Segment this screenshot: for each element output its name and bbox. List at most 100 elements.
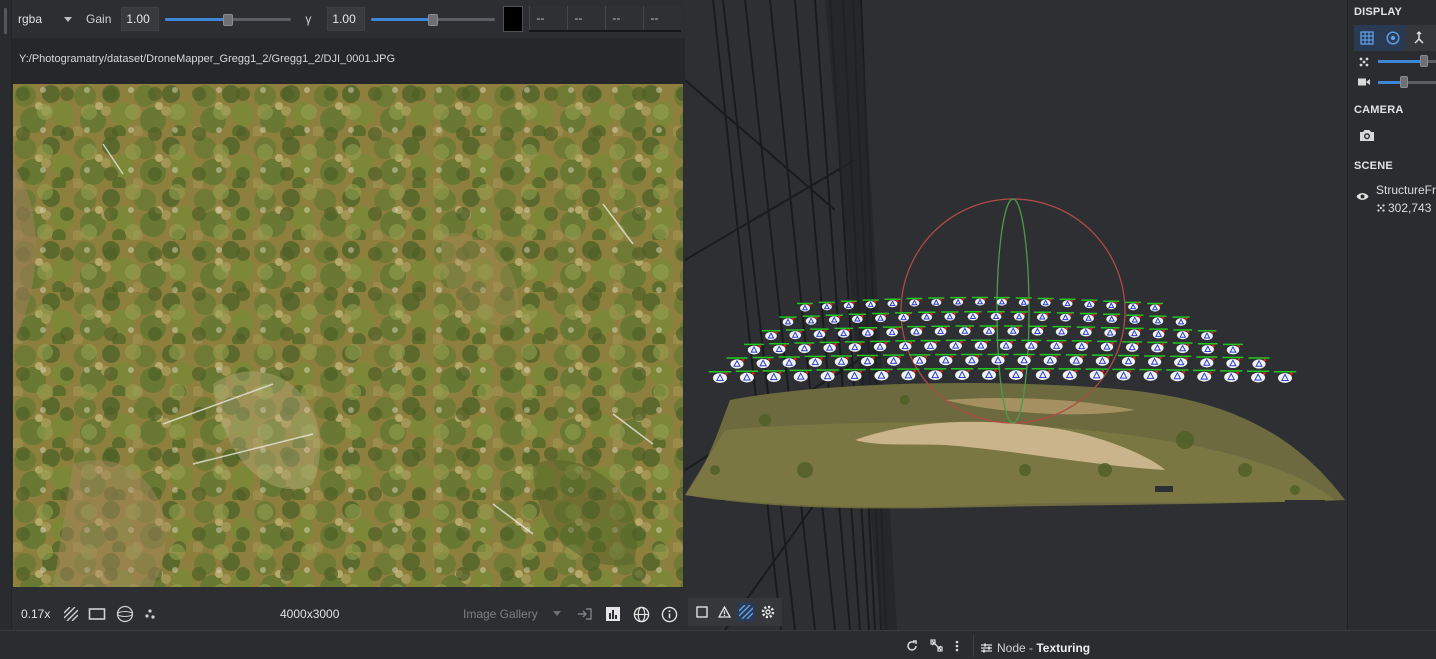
camera-marker[interactable] (1103, 300, 1120, 310)
camera-marker[interactable] (1248, 357, 1270, 369)
warning-icon[interactable] (715, 602, 733, 622)
camera-marker[interactable] (794, 342, 815, 353)
camera-marker[interactable] (1103, 313, 1121, 323)
camera-marker[interactable] (1197, 330, 1217, 341)
camera-marker[interactable] (1222, 356, 1244, 369)
import-icon[interactable] (575, 604, 595, 624)
camera-marker[interactable] (752, 356, 774, 369)
splitter-handle[interactable] (0, 0, 12, 630)
camera-marker[interactable] (1112, 368, 1135, 381)
camera-marker[interactable] (1003, 325, 1023, 336)
camera-marker[interactable] (1149, 328, 1168, 339)
camera-marker[interactable] (979, 325, 999, 336)
camera-marker[interactable] (1065, 354, 1087, 366)
camera-marker[interactable] (1010, 311, 1028, 321)
camera-marker[interactable] (1028, 325, 1047, 336)
camera-marker[interactable] (895, 340, 916, 351)
camera-marker[interactable] (1076, 326, 1096, 337)
camera-marker[interactable] (987, 311, 1005, 321)
camera-marker[interactable] (778, 356, 800, 368)
gamma-slider[interactable] (371, 7, 496, 31)
gamma-input[interactable]: 1.00 (327, 7, 366, 31)
camera-marker[interactable] (1039, 353, 1061, 366)
camera-marker[interactable] (931, 325, 950, 336)
camera-marker[interactable] (819, 341, 840, 353)
camera-marker[interactable] (1021, 339, 1042, 351)
gain-input[interactable]: 1.00 (121, 7, 160, 31)
info-icon[interactable] (659, 604, 679, 624)
camera-marker[interactable] (744, 343, 764, 355)
camera-marker[interactable] (1196, 356, 1218, 368)
camera-marker[interactable] (1273, 370, 1297, 383)
camera-marker[interactable] (996, 339, 1017, 351)
target-icon[interactable] (1380, 25, 1406, 51)
camera-frustums[interactable] (708, 296, 1297, 383)
camera-marker[interactable] (907, 325, 926, 336)
camera-marker[interactable] (761, 330, 781, 341)
point-size-slider[interactable] (1354, 55, 1436, 69)
camera-marker[interactable] (1059, 298, 1076, 308)
camera-marker[interactable] (894, 312, 913, 322)
camera-marker[interactable] (928, 297, 945, 306)
camera-marker[interactable] (972, 296, 988, 306)
camera-marker[interactable] (920, 339, 941, 351)
camera-marker[interactable] (797, 302, 813, 312)
camera-marker[interactable] (924, 368, 947, 381)
camera-marker[interactable] (1081, 299, 1098, 309)
camera-scale-slider[interactable] (1354, 76, 1436, 90)
camera-marker[interactable] (1197, 342, 1218, 354)
unlink-icon[interactable] (930, 639, 943, 655)
camera-marker[interactable] (993, 296, 1010, 306)
camera-marker[interactable] (1125, 301, 1142, 311)
more-options-icon[interactable] (955, 640, 959, 655)
camera-marker[interactable] (950, 296, 967, 306)
settings-icon[interactable] (759, 602, 777, 622)
camera-marker[interactable] (1144, 355, 1166, 367)
camera-marker[interactable] (955, 325, 975, 336)
camera-marker[interactable] (1100, 326, 1120, 337)
wireframe-icon[interactable] (737, 602, 755, 622)
camera-marker[interactable] (1170, 355, 1192, 367)
camera-marker[interactable] (1172, 342, 1193, 353)
camera-marker[interactable] (1193, 369, 1216, 382)
camera-marker[interactable] (830, 355, 852, 367)
frame-icon[interactable] (88, 605, 106, 623)
camera-marker[interactable] (802, 315, 820, 325)
camera-marker[interactable] (964, 311, 982, 321)
camera-marker[interactable] (1091, 354, 1113, 366)
image-gallery-select[interactable]: Image Gallery (463, 607, 538, 621)
channel-select[interactable]: rgba (12, 7, 78, 31)
histogram-icon[interactable] (603, 604, 623, 624)
camera-marker[interactable] (1046, 339, 1067, 351)
camera-marker[interactable] (883, 354, 905, 366)
camera-marker[interactable] (961, 353, 983, 366)
refresh-icon[interactable] (906, 639, 918, 655)
camera-marker[interactable] (906, 297, 923, 307)
camera-marker[interactable] (1097, 340, 1117, 352)
scene-canvas[interactable] (685, 0, 1347, 630)
camera-marker[interactable] (1173, 329, 1193, 340)
camera-marker[interactable] (726, 357, 748, 369)
camera-marker[interactable] (1056, 312, 1075, 322)
gain-slider[interactable] (165, 7, 292, 31)
camera-marker[interactable] (1004, 367, 1028, 380)
camera-marker[interactable] (1139, 368, 1162, 381)
axes-icon[interactable] (1406, 25, 1432, 51)
camera-marker[interactable] (945, 339, 966, 351)
camera-marker[interactable] (1219, 370, 1243, 383)
camera-marker[interactable] (1172, 316, 1190, 326)
camera-marker[interactable] (1117, 354, 1140, 367)
square-icon[interactable] (693, 602, 711, 622)
camera-marker[interactable] (825, 314, 843, 324)
camera-marker[interactable] (970, 339, 991, 351)
features-icon[interactable] (144, 605, 156, 623)
camera-marker[interactable] (810, 328, 829, 339)
camera-marker[interactable] (1166, 369, 1189, 382)
camera-marker[interactable] (1031, 368, 1055, 380)
camera-marker[interactable] (785, 329, 805, 340)
camera-marker[interactable] (708, 370, 732, 383)
grid-icon[interactable] (1354, 25, 1380, 51)
aerial-photo[interactable] (13, 84, 683, 587)
camera-marker[interactable] (1223, 343, 1243, 355)
camera-marker[interactable] (1052, 325, 1071, 336)
